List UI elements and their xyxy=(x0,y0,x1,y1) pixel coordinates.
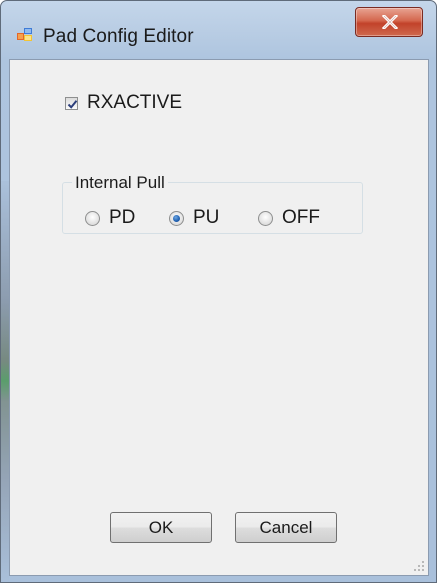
close-icon xyxy=(382,15,398,29)
dialog-window: Pad Config Editor RXACTIVE Internal Pull… xyxy=(0,0,437,583)
radio-pd-label: PD xyxy=(109,207,136,228)
background-window-edge xyxy=(1,181,9,581)
radio-off[interactable]: OFF xyxy=(258,207,320,229)
radio-off-button[interactable] xyxy=(258,210,273,226)
rxactive-checkbox[interactable] xyxy=(65,96,78,110)
radio-pd-button[interactable] xyxy=(85,210,100,226)
radio-off-label: OFF xyxy=(282,207,320,228)
rxactive-checkbox-row[interactable]: RXACTIVE xyxy=(65,92,182,114)
checkmark-icon xyxy=(67,99,78,109)
resize-grip-icon[interactable] xyxy=(413,560,425,572)
close-button[interactable] xyxy=(355,7,423,37)
radio-pu[interactable]: PU xyxy=(169,207,219,229)
internal-pull-title: Internal Pull xyxy=(72,173,168,193)
window-title: Pad Config Editor xyxy=(43,26,194,47)
dialog-client-area: RXACTIVE Internal Pull PD PU OFF OK Canc… xyxy=(9,59,429,576)
radio-pd[interactable]: PD xyxy=(85,207,135,229)
rxactive-label: RXACTIVE xyxy=(87,92,183,113)
form-icon xyxy=(17,27,33,43)
cancel-button[interactable]: Cancel xyxy=(235,512,337,543)
internal-pull-group: Internal Pull PD PU OFF xyxy=(62,173,363,234)
ok-button[interactable]: OK xyxy=(110,512,212,543)
title-bar[interactable]: Pad Config Editor xyxy=(1,1,436,59)
radio-pu-label: PU xyxy=(193,207,220,228)
radio-pu-button[interactable] xyxy=(169,210,184,226)
